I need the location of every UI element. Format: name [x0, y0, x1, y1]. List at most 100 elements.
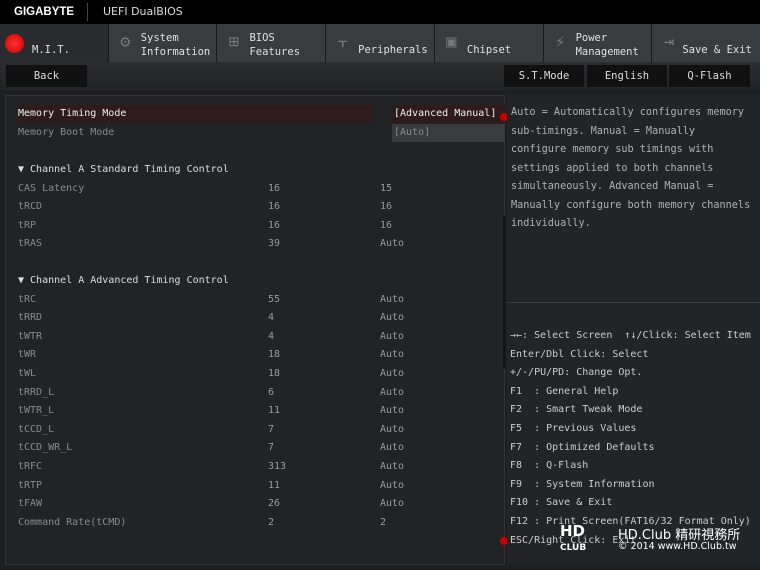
timing-value[interactable]: Auto — [380, 495, 404, 513]
advanced-timing-header[interactable]: ▼ Channel A Advanced Timing Control — [18, 272, 498, 290]
timing-name: tFAW — [18, 498, 43, 510]
timing-current: 11 — [268, 479, 281, 491]
timing-value[interactable]: Auto — [380, 235, 404, 253]
timing-row[interactable]: tWL 18 Auto — [18, 365, 498, 383]
tab-label: BIOS Features — [249, 32, 301, 58]
timing-name: tRRD_L — [18, 386, 55, 398]
timing-row[interactable]: tRRD 4 Auto — [18, 309, 498, 327]
timing-value[interactable]: Auto — [380, 365, 404, 383]
timing-value[interactable]: 16 — [380, 198, 392, 216]
timing-name: tRAS — [18, 238, 43, 250]
tab-label: Peripherals — [358, 44, 428, 56]
timing-value[interactable]: Auto — [380, 439, 404, 457]
memory-boot-mode-row[interactable]: Memory Boot Mode [Auto] — [18, 123, 505, 142]
timing-row[interactable]: tWTR_L 11 Auto — [18, 402, 498, 420]
key-hint: →←: Select Screen ↑↓/Click: Select Item — [510, 330, 751, 341]
timing-name: tRP — [18, 219, 37, 231]
timing-value[interactable]: Auto — [380, 309, 404, 327]
timing-value[interactable]: Auto — [380, 458, 404, 476]
timing-current: 11 — [268, 405, 281, 417]
timing-row[interactable]: tWR 18 Auto — [18, 346, 498, 364]
timing-name: CAS Latency — [18, 182, 85, 194]
qflash-button[interactable]: Q-Flash — [669, 65, 750, 87]
tab-peripherals[interactable]: ⫟ Peripherals — [326, 24, 435, 62]
timing-row[interactable]: Command Rate(tCMD) 2 2 — [18, 514, 498, 532]
timing-value[interactable]: Auto — [380, 421, 404, 439]
timing-value[interactable]: Auto — [380, 402, 404, 420]
timing-name: tWTR — [18, 330, 43, 342]
scrollbar[interactable] — [503, 216, 505, 369]
tab-system-information[interactable]: ⚙ System Information — [108, 24, 218, 62]
timing-current: 16 — [268, 201, 281, 213]
timing-current: 26 — [268, 498, 281, 510]
setting-label: Memory Timing Mode — [18, 105, 374, 123]
tab-save-exit[interactable]: ⇥ Save & Exit — [652, 24, 760, 62]
standard-timing-header[interactable]: ▼ Channel A Standard Timing Control — [18, 161, 498, 179]
memory-timing-mode-row[interactable]: Memory Timing Mode [Advanced Manual] — [18, 105, 505, 123]
main-tabs: M.I.T. ⚙ System Information ⊞ BIOS Features … — [0, 24, 760, 62]
power-bolt-icon: ⚡ — [554, 32, 566, 52]
key-legend: →←: Select Screen ↑↓/Click: Select Item E… — [510, 327, 751, 550]
peripherals-icon: ⫟ — [337, 32, 348, 52]
timing-row[interactable]: tRC 55 Auto — [18, 291, 498, 309]
timing-value[interactable]: Auto — [380, 291, 404, 309]
back-button[interactable]: Back — [6, 65, 87, 87]
timing-current: 2 — [268, 516, 275, 528]
timing-value[interactable]: Auto — [380, 328, 404, 346]
timing-row[interactable]: tCCD_WR_L 7 Auto — [18, 439, 498, 457]
timing-row[interactable]: tRAS 39 Auto — [18, 235, 498, 253]
key-hint: F1 : General Help — [510, 385, 619, 397]
timing-value[interactable]: 15 — [380, 180, 392, 198]
top-bar: GIGABYTE UEFI DualBIOS — [0, 0, 760, 24]
timing-row[interactable]: tRFC 313 Auto — [18, 458, 498, 476]
timing-row[interactable]: tRRD_L 6 Auto — [18, 384, 498, 402]
timing-name: tWTR_L — [18, 405, 55, 417]
memory-boot-mode-select[interactable]: [Auto] — [392, 123, 505, 142]
timing-current: 16 — [268, 182, 281, 194]
timing-value[interactable]: Auto — [380, 384, 404, 402]
timing-row[interactable]: tRCD 16 16 — [18, 198, 498, 216]
tab-chipset[interactable]: ▣ Chipset — [434, 24, 544, 62]
timing-row[interactable]: tRTP 11 Auto — [18, 477, 498, 495]
tab-bios-features[interactable]: ⊞ BIOS Features — [217, 24, 327, 62]
hdclub-logo: HD CLUB — [560, 522, 587, 554]
chipset-icon: ▣ — [446, 32, 457, 52]
tab-power-management[interactable]: ⚡ Power Management — [543, 24, 653, 62]
timing-value[interactable]: 2 — [380, 514, 386, 532]
key-hint: +/-/PU/PD: Change Opt. — [510, 367, 643, 379]
memory-timing-mode-select[interactable]: [Advanced Manual] — [392, 105, 505, 123]
tab-mit[interactable]: M.I.T. — [0, 24, 109, 62]
timing-row[interactable]: tWTR 4 Auto — [18, 328, 498, 346]
setting-label: Memory Boot Mode — [18, 126, 115, 138]
timing-row[interactable]: CAS Latency 16 15 — [18, 180, 498, 198]
timing-current: 7 — [268, 423, 275, 435]
timing-value[interactable]: 16 — [380, 217, 392, 235]
timing-name: tWL — [18, 368, 37, 379]
timing-row[interactable]: tFAW 26 Auto — [18, 495, 498, 513]
timing-current: 4 — [268, 330, 275, 342]
st-mode-button[interactable]: S.T.Mode — [504, 65, 584, 87]
timing-current: 16 — [268, 219, 281, 231]
timing-value[interactable]: Auto — [380, 346, 404, 364]
gigabyte-logo: GIGABYTE — [14, 6, 75, 18]
timing-name: Command Rate(tCMD) — [18, 516, 127, 528]
timing-name: tCCD_WR_L — [18, 442, 73, 454]
timing-name: tCCD_L — [18, 423, 55, 435]
timing-value[interactable]: Auto — [380, 477, 404, 495]
key-hint: F5 : Previous Values — [510, 422, 637, 434]
watermark-copyright: © 2014 www.HD.Club.tw — [618, 541, 737, 552]
divider — [87, 3, 88, 21]
timing-current: 6 — [268, 386, 275, 398]
key-hint: F2 : Smart Tweak Mode — [510, 404, 643, 416]
exit-door-icon: ⇥ — [663, 32, 674, 52]
timing-name: tRC — [18, 293, 37, 305]
tab-label: Chipset — [466, 44, 512, 56]
timing-name: tRFC — [18, 461, 43, 472]
bios-chip-icon: ⊞ — [228, 32, 240, 52]
timing-row[interactable]: tCCD_L 7 Auto — [18, 421, 498, 439]
tab-label: System Information — [140, 32, 211, 58]
tab-label: M.I.T. — [32, 44, 70, 56]
mit-red-dot-icon — [5, 34, 24, 53]
timing-row[interactable]: tRP 16 16 — [18, 217, 498, 235]
language-button[interactable]: English — [587, 65, 667, 87]
